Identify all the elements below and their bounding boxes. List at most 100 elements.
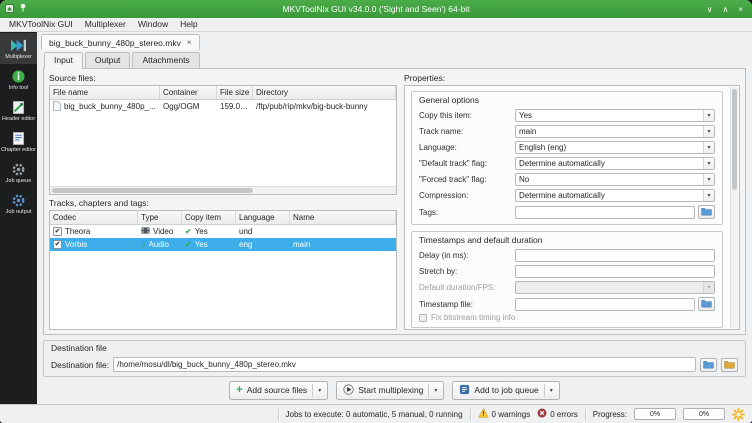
properties-scrollbar[interactable] [730,87,738,328]
menu-multiplexer[interactable]: Multiplexer [79,18,132,31]
destination-file-group: Destination file Destination file: /home… [43,340,746,377]
timestamp-file-input[interactable] [515,297,695,311]
maximize-button[interactable]: ∧ [722,2,728,17]
copy-item-cell: ✔ Yes [185,227,208,236]
folder-icon [703,356,714,374]
add-source-files-button[interactable]: + Add source files ▾ [229,380,329,400]
menu-window[interactable]: Window [132,18,174,31]
sidebar-item-header-editor[interactable]: Header editor [0,95,37,126]
stretch-by-label: Stretch by: [419,267,458,276]
play-icon [343,383,354,397]
sidebar-item-job-queue[interactable]: Job queue [0,157,37,188]
pin-icon[interactable] [19,0,27,18]
dropdown-arrow-icon[interactable]: ▾ [550,387,553,394]
column-header-directory[interactable]: Directory [253,86,396,99]
titlebar[interactable]: MKVToolNix GUI v34.0.0 ('Sight and Seen'… [0,0,752,18]
track-checkbox[interactable]: ✔ [53,240,62,249]
destination-file-label: Destination file: [51,359,110,370]
browse-destination-button[interactable] [700,356,717,374]
general-options-title: General options [419,95,480,105]
dropdown-arrow-icon: ▾ [703,190,714,201]
tab-output[interactable]: Output [84,52,131,68]
job-queue-icon [11,161,26,177]
fix-bitstream-checkbox [419,313,427,322]
delay-input[interactable] [515,249,715,262]
button-separator [543,383,545,397]
dropdown-arrow-icon: ▾ [703,158,714,169]
compression-select[interactable]: Determine automatically ▾ [515,189,715,202]
menu-mkvtoolnix-gui[interactable]: MKVToolNix GUI [3,18,79,31]
input-tab-pane: Source files: File name Container File s… [43,68,746,335]
track-row-audio[interactable]: ✔ Vorbis ♪ Audio ✔ Yes eng main [50,238,396,251]
track-row-video[interactable]: ✔ Theora Video ✔ Yes und [50,225,396,238]
idle-spinner-icon [732,407,745,421]
track-name-label: Track name: [419,127,464,136]
language-select[interactable]: English (eng) ▾ [515,141,715,154]
menu-help[interactable]: Help [174,18,203,31]
folder-icon [701,203,712,221]
column-header-name[interactable]: Name [290,211,396,224]
column-header-file-size[interactable]: File size [217,86,253,99]
column-header-language[interactable]: Language [236,211,290,224]
button-separator [312,383,314,397]
tab-input[interactable]: Input [44,52,83,69]
audio-icon: ♪ [141,239,146,249]
start-multiplexing-button[interactable]: Start multiplexing ▾ [336,380,445,400]
dropdown-arrow-icon: ▾ [703,142,714,153]
add-source-files-label: Add source files [246,385,308,395]
codec-cell: ✔ Vorbis [53,240,88,249]
language-label: Language: [419,143,457,152]
forced-track-flag-select[interactable]: No ▾ [515,173,715,186]
sidebar-item-job-output[interactable]: Job output [0,188,37,219]
checkmark-icon: ✔ [54,241,61,248]
track-name-combobox[interactable]: main ▾ [515,125,715,138]
default-track-flag-select[interactable]: Determine automatically ▾ [515,157,715,170]
start-multiplexing-label: Start multiplexing [358,385,424,395]
document-tab[interactable]: big_buck_bunny_480p_stereo.mkv × [41,34,200,50]
column-header-codec[interactable]: Codec [50,211,138,224]
language-cell: eng [239,240,253,249]
source-file-row[interactable]: big_buck_bunny_480p_... Ogg/OGM 159.0 Mi… [50,100,396,113]
close-button[interactable]: × [738,2,743,17]
tags-input[interactable] [515,205,695,219]
error-icon [537,408,547,420]
destination-file-input[interactable]: /home/mosu/dl/big_buck_bunny_480p_stereo… [113,357,696,372]
scrollbar-thumb[interactable] [52,188,253,193]
scrollbar-thumb[interactable] [732,89,737,191]
minimize-button[interactable]: ∨ [707,2,713,17]
open-destination-folder-button[interactable] [721,357,738,372]
delay-label: Delay (in ms): [419,251,469,260]
tracks-table[interactable]: Codec Type Copy item Language Name ✔ The… [49,210,397,330]
name-cell: main [293,240,311,249]
dropdown-arrow-icon[interactable]: ▾ [318,387,321,394]
source-files-table[interactable]: File name Container File size Directory … [49,85,397,195]
sidebar-item-label: Multiplexer [5,54,32,60]
column-header-copy-item[interactable]: Copy item [182,211,236,224]
general-options-group: General options Copy this item: Yes ▾ Tr… [411,91,723,225]
browse-timestamp-file-button[interactable] [698,297,715,311]
dropdown-arrow-icon[interactable]: ▾ [434,387,437,394]
track-checkbox[interactable]: ✔ [53,227,62,236]
sidebar-item-multiplexer[interactable]: Multiplexer [0,33,37,64]
copy-this-item-select[interactable]: Yes ▾ [515,109,715,122]
tags-label: Tags: [419,207,439,217]
sidebar-item-label: Chapter editor [1,147,36,153]
source-files-empty-area [50,113,396,186]
tab-attachments[interactable]: Attachments [132,52,200,68]
column-header-container[interactable]: Container [160,86,217,99]
stretch-by-input[interactable] [515,265,715,278]
source-files-horizontal-scrollbar[interactable] [50,186,396,194]
sidebar-item-info-tool[interactable]: Info tool [0,64,37,95]
add-to-job-queue-label: Add to job queue [474,385,539,395]
document-tabbar: big_buck_bunny_480p_stereo.mkv × [37,32,752,50]
menubar: MKVToolNix GUI Multiplexer Window Help [0,18,752,32]
sidebar-item-chapter-editor[interactable]: Chapter editor [0,126,37,157]
browse-tags-button[interactable] [698,205,715,219]
tab-close-icon[interactable]: × [187,38,192,47]
add-to-job-queue-button[interactable]: Add to job queue ▾ [452,380,560,400]
column-header-file-name[interactable]: File name [50,86,160,99]
app-icon[interactable] [5,0,14,18]
column-header-type[interactable]: Type [138,211,182,224]
tracks-label: Tracks, chapters and tags: [49,198,149,208]
tracks-empty-area [50,251,396,329]
